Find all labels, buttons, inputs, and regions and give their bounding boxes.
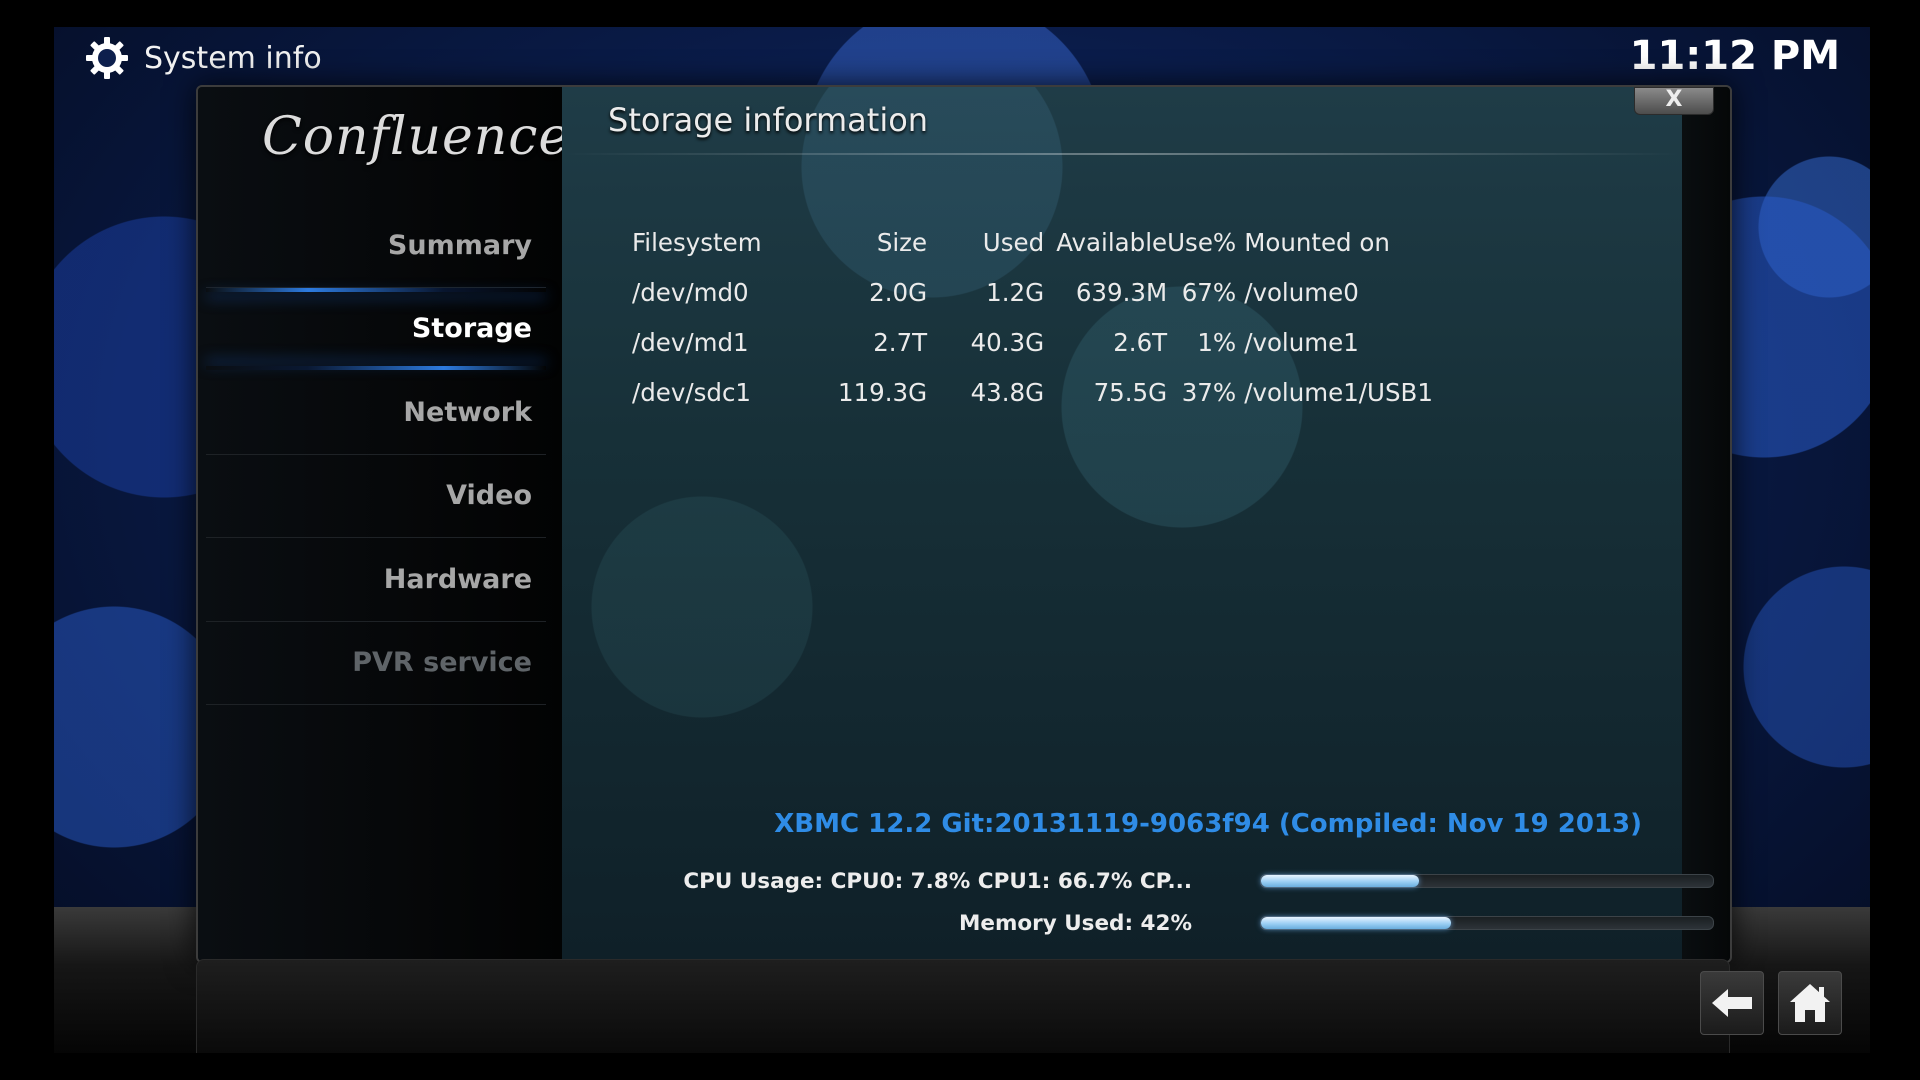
clock: 11:12 PM <box>1629 33 1840 79</box>
cpu-usage-label: CPU Usage: CPU0: 7.8% CPU1: 66.7% CP... <box>683 869 1192 894</box>
memory-used-fill <box>1261 917 1451 929</box>
bottom-bar <box>196 959 1730 1053</box>
close-button[interactable]: X <box>1634 87 1714 115</box>
table-cell: /dev/sdc1 <box>632 377 752 407</box>
table-cell: 2.6T <box>1113 327 1168 357</box>
page-title: System info <box>144 40 322 76</box>
table-cell: 1% <box>1197 327 1237 357</box>
sidebar-item-hardware[interactable]: Hardware <box>206 539 546 622</box>
table-cell: 37% <box>1181 377 1237 407</box>
section-heading: Storage information <box>608 101 929 139</box>
cpu-usage-fill <box>1261 875 1420 887</box>
content-edge <box>1682 87 1730 961</box>
sidebar-item-label: Hardware <box>383 564 532 595</box>
table-cell: /dev/md1 <box>632 327 749 357</box>
column-header: Used <box>982 227 1045 257</box>
table-cell: /dev/md0 <box>632 277 749 307</box>
sidebar-item-video[interactable]: Video <box>206 455 546 538</box>
table-row: /dev/md1 2.7T 40.3G 2.6T 1% /volume1 <box>632 317 1433 367</box>
heading-divider <box>562 153 1682 155</box>
table-cell: 639.3M <box>1075 277 1168 307</box>
sidebar-item-storage[interactable]: Storage <box>206 288 546 370</box>
table-cell: 43.8G <box>970 377 1045 407</box>
confluence-logo: Confluence <box>262 107 571 167</box>
sidebar-item-network[interactable]: Network <box>206 372 546 455</box>
cpu-usage-bar <box>1260 874 1714 888</box>
memory-used-label: Memory Used: 42% <box>958 911 1192 936</box>
table-cell: 2.7T <box>873 327 928 357</box>
storage-table: Filesystem Size Used Available Use% Moun… <box>632 217 1433 417</box>
gear-icon <box>86 37 128 79</box>
version-label: XBMC 12.2 Git:20131119-9063f94 (Compiled… <box>774 809 1642 839</box>
column-header: Use% <box>1167 227 1237 257</box>
table-cell: /volume1/USB1 <box>1244 377 1433 407</box>
home-button[interactable] <box>1778 971 1842 1035</box>
table-header-row: Filesystem Size Used Available Use% Moun… <box>632 217 1433 267</box>
sidebar-item-label: PVR service <box>352 647 532 678</box>
table-cell: 40.3G <box>970 327 1045 357</box>
table-cell: /volume0 <box>1244 277 1359 307</box>
system-info-dialog: Confluence Summary Storage Network Video… <box>196 85 1732 963</box>
back-arrow-icon <box>1712 989 1752 1017</box>
column-header: Filesystem <box>632 227 762 257</box>
table-cell: 2.0G <box>869 277 928 307</box>
sidebar-item-summary[interactable]: Summary <box>206 205 546 288</box>
sidebar-item-label: Network <box>403 397 532 428</box>
sidebar-item-pvr-service: PVR service <box>206 622 546 705</box>
column-header: Available <box>1056 227 1168 257</box>
column-header: Size <box>876 227 928 257</box>
table-cell: 67% <box>1181 277 1237 307</box>
sidebar-item-label: Video <box>446 480 532 511</box>
window-title: System info <box>84 35 322 81</box>
table-cell: 1.2G <box>986 277 1045 307</box>
table-cell: 119.3G <box>838 377 928 407</box>
table-cell: 75.5G <box>1093 377 1168 407</box>
table-row: /dev/sdc1 119.3G 43.8G 75.5G 37% /volume… <box>632 367 1433 417</box>
table-row: /dev/md0 2.0G 1.2G 639.3M 67% /volume0 <box>632 267 1433 317</box>
home-icon <box>1790 984 1830 1022</box>
column-header: Mounted on <box>1244 227 1390 257</box>
table-cell: /volume1 <box>1244 327 1359 357</box>
sidebar-item-label: Storage <box>411 313 532 344</box>
sidebar: Confluence Summary Storage Network Video… <box>198 87 569 961</box>
sidebar-item-label: Summary <box>387 230 532 261</box>
back-button[interactable] <box>1700 971 1764 1035</box>
main-screen: System info 11:12 PM Confluence Summary … <box>54 27 1870 1053</box>
memory-used-bar <box>1260 916 1714 930</box>
